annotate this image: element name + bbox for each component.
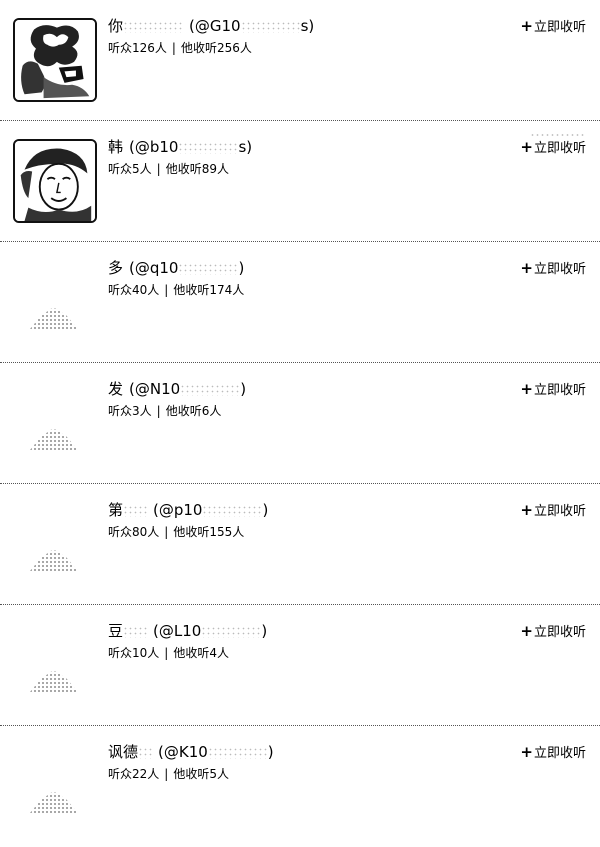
user-row: 豆 (@L10) 听众10人 | 他收听4人 +立即收听 bbox=[0, 605, 600, 726]
follow-label: 立即收听 bbox=[533, 141, 586, 156]
user-list: 你 (@G10 s) 听众126人 | 他收听256人 +立即收听 韩(@b10… bbox=[0, 0, 600, 847]
user-handle-tail: ) bbox=[240, 380, 247, 398]
plus-icon: + bbox=[520, 743, 533, 761]
user-name[interactable]: 讽德 bbox=[108, 743, 138, 761]
user-name-line: 你 (@G10 s) bbox=[108, 16, 314, 36]
plus-icon: + bbox=[520, 138, 533, 156]
user-stats: 听众5人 | 他收听89人 bbox=[108, 161, 229, 177]
user-name-line: 豆 (@L10) bbox=[108, 621, 267, 641]
user-row: 发 (@N10) 听众3人 | 他收听6人 +立即收听 bbox=[0, 363, 600, 484]
stats-separator: | bbox=[164, 646, 169, 660]
user-row: 韩 (@b10 s) 听众5人 | 他收听89人 +立即收听 bbox=[0, 121, 600, 242]
user-stats: 听众126人 | 他收听256人 bbox=[108, 40, 252, 56]
avatar[interactable] bbox=[13, 623, 97, 707]
follow-button[interactable]: +立即收听 bbox=[520, 137, 586, 159]
user-name-line: 第 (@p10) bbox=[108, 500, 268, 520]
listeners-count[interactable]: 听众40人 bbox=[108, 283, 159, 297]
user-handle: (@q10 bbox=[129, 259, 179, 277]
following-count[interactable]: 他收听4人 bbox=[173, 646, 229, 660]
stats-separator: | bbox=[156, 404, 161, 418]
stats-separator: | bbox=[164, 525, 169, 539]
plus-icon: + bbox=[520, 259, 533, 277]
user-name[interactable]: 你 bbox=[108, 17, 123, 35]
user-handle-tail: s) bbox=[300, 17, 315, 35]
user-handle-tail: ) bbox=[261, 622, 268, 640]
stats-separator: | bbox=[164, 283, 169, 297]
stats-separator: | bbox=[164, 767, 169, 781]
listeners-count[interactable]: 听众80人 bbox=[108, 525, 159, 539]
follow-button[interactable]: +立即收听 bbox=[520, 621, 586, 643]
user-stats: 听众10人 | 他收听4人 bbox=[108, 645, 229, 661]
user-name-line: 讽德 (@K10) bbox=[108, 742, 274, 762]
user-row: 多 (@q10) 听众40人 | 他收听174人 +立即收听 bbox=[0, 242, 600, 363]
avatar[interactable] bbox=[13, 381, 97, 465]
follow-label: 立即收听 bbox=[533, 746, 586, 761]
following-count[interactable]: 他收听6人 bbox=[166, 404, 222, 418]
user-name[interactable]: 豆 bbox=[108, 622, 123, 640]
user-name[interactable]: 第 bbox=[108, 501, 123, 519]
user-name[interactable]: 发 bbox=[108, 380, 123, 398]
user-handle: (@G10 bbox=[189, 17, 241, 35]
avatar-placeholder-icon bbox=[29, 671, 79, 693]
user-stats: 听众22人 | 他收听5人 bbox=[108, 766, 229, 782]
user-row: 讽德 (@K10) 听众22人 | 他收听5人 +立即收听 bbox=[0, 726, 600, 847]
user-name-line: 发 (@N10) bbox=[108, 379, 246, 399]
listeners-count[interactable]: 听众5人 bbox=[108, 162, 152, 176]
following-count[interactable]: 他收听174人 bbox=[173, 283, 244, 297]
avatar-placeholder-icon bbox=[29, 308, 79, 330]
avatar[interactable] bbox=[13, 139, 97, 223]
user-name[interactable]: 韩 bbox=[108, 138, 123, 156]
stats-separator: | bbox=[171, 41, 176, 55]
user-name-line: 韩 (@b10 s) bbox=[108, 137, 252, 157]
avatar-placeholder-icon bbox=[29, 550, 79, 572]
plus-icon: + bbox=[520, 17, 533, 35]
follow-button[interactable]: +立即收听 bbox=[520, 500, 586, 522]
user-handle: (@K10 bbox=[158, 743, 208, 761]
user-handle: (@N10 bbox=[129, 380, 181, 398]
user-name-line: 多 (@q10) bbox=[108, 258, 244, 278]
user-stats: 听众40人 | 他收听174人 bbox=[108, 282, 244, 298]
user-handle-tail: ) bbox=[262, 501, 269, 519]
follow-button[interactable]: +立即收听 bbox=[520, 379, 586, 401]
avatar-placeholder-icon bbox=[29, 792, 79, 814]
user-handle-tail: ) bbox=[238, 259, 245, 277]
follow-label: 立即收听 bbox=[533, 262, 586, 277]
follow-button[interactable]: +立即收听 bbox=[520, 742, 586, 764]
user-handle-tail: ) bbox=[267, 743, 274, 761]
user-handle: (@L10 bbox=[153, 622, 202, 640]
avatar-face-icon bbox=[15, 141, 95, 221]
following-count[interactable]: 他收听256人 bbox=[181, 41, 252, 55]
avatar[interactable] bbox=[13, 744, 97, 828]
user-name[interactable]: 多 bbox=[108, 259, 123, 277]
listeners-count[interactable]: 听众126人 bbox=[108, 41, 167, 55]
listeners-count[interactable]: 听众3人 bbox=[108, 404, 152, 418]
follow-label: 立即收听 bbox=[533, 20, 586, 35]
avatar-placeholder-icon bbox=[29, 429, 79, 451]
user-handle: (@b10 bbox=[129, 138, 179, 156]
plus-icon: + bbox=[520, 622, 533, 640]
follow-label: 立即收听 bbox=[533, 504, 586, 519]
user-stats: 听众3人 | 他收听6人 bbox=[108, 403, 221, 419]
listeners-count[interactable]: 听众22人 bbox=[108, 767, 159, 781]
follow-button[interactable]: +立即收听 bbox=[520, 16, 586, 38]
following-count[interactable]: 他收听5人 bbox=[173, 767, 229, 781]
user-handle-tail: s) bbox=[238, 138, 253, 156]
user-stats: 听众80人 | 他收听155人 bbox=[108, 524, 244, 540]
plus-icon: + bbox=[520, 380, 533, 398]
avatar[interactable] bbox=[13, 18, 97, 102]
follow-label: 立即收听 bbox=[533, 383, 586, 398]
listeners-count[interactable]: 听众10人 bbox=[108, 646, 159, 660]
following-count[interactable]: 他收听89人 bbox=[166, 162, 229, 176]
stats-separator: | bbox=[156, 162, 161, 176]
plus-icon: + bbox=[520, 501, 533, 519]
user-row: 你 (@G10 s) 听众126人 | 他收听256人 +立即收听 bbox=[0, 0, 600, 121]
avatar-cartoon-icon bbox=[15, 20, 95, 100]
user-row: 第 (@p10) 听众80人 | 他收听155人 +立即收听 bbox=[0, 484, 600, 605]
user-handle: (@p10 bbox=[153, 501, 203, 519]
follow-button[interactable]: +立即收听 bbox=[520, 258, 586, 280]
avatar[interactable] bbox=[13, 502, 97, 586]
following-count[interactable]: 他收听155人 bbox=[173, 525, 244, 539]
avatar[interactable] bbox=[13, 260, 97, 344]
follow-label: 立即收听 bbox=[533, 625, 586, 640]
